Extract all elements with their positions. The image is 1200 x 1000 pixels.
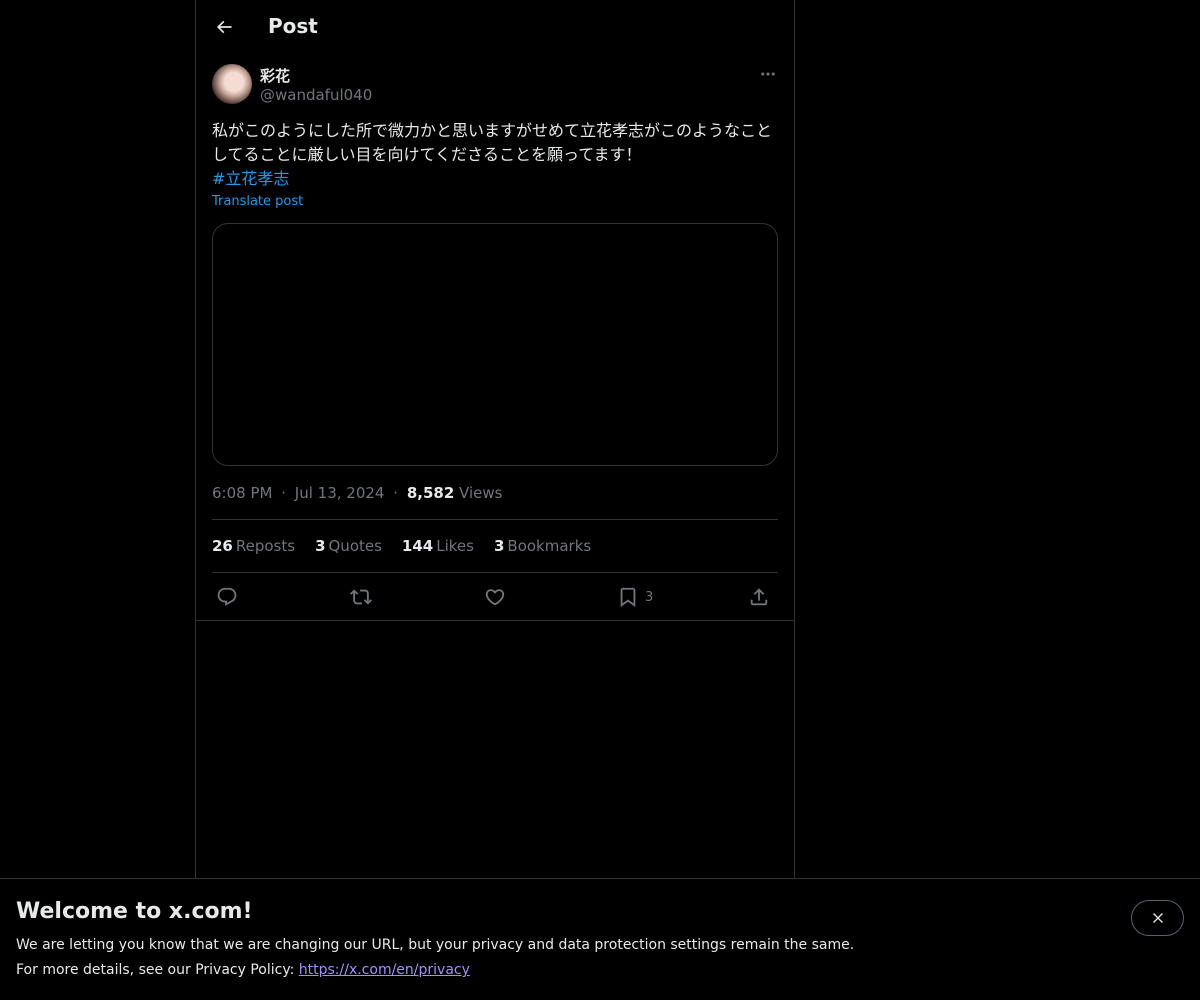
- privacy-policy-link[interactable]: https://x.com/en/privacy: [299, 962, 470, 978]
- likes-label: Likes: [436, 537, 474, 555]
- reposts-count: 26: [212, 537, 233, 555]
- share-icon: [750, 588, 768, 606]
- post-author: 彩花 @wandaful040: [212, 64, 778, 108]
- close-banner-button[interactable]: [1131, 900, 1184, 936]
- bookmark-count: 3: [645, 589, 654, 605]
- reply-icon: [217, 587, 237, 606]
- more-horizontal-icon: [761, 72, 775, 76]
- divider: [196, 620, 794, 621]
- banner-privacy-line: For more details, see our Privacy Policy…: [16, 962, 470, 978]
- bookmark-icon: [620, 587, 636, 608]
- main-column: Post 彩花 @wandaful040 私がこのようにした所で微力かと思います…: [195, 0, 795, 1000]
- likes-count: 144: [401, 537, 434, 555]
- bookmarks-count: 3: [493, 537, 505, 555]
- bookmarks-label: Bookmarks: [507, 537, 592, 555]
- repost-icon: [350, 589, 372, 605]
- translate-post-link[interactable]: Translate post: [212, 194, 303, 209]
- post-header: Post: [196, 0, 794, 54]
- quotes-count: 3: [315, 537, 326, 555]
- post-stats: 26 Reposts 3 Quotes 144 Likes 3 Bookmarks: [212, 537, 591, 555]
- post-date[interactable]: Jul 13, 2024: [295, 484, 385, 502]
- meta-separator: ·: [393, 484, 399, 502]
- post-media[interactable]: [212, 223, 778, 466]
- author-display-name[interactable]: 彩花: [260, 65, 290, 86]
- banner-privacy-prefix: For more details, see our Privacy Policy…: [16, 962, 299, 978]
- reposts-label: Reposts: [235, 537, 296, 555]
- meta-separator: ·: [281, 484, 287, 502]
- share-button[interactable]: [748, 584, 770, 610]
- page-title: Post: [268, 14, 318, 38]
- more-options-button[interactable]: [758, 64, 778, 84]
- bookmark-button[interactable]: 3: [617, 584, 653, 610]
- avatar[interactable]: [212, 64, 252, 104]
- divider: [212, 572, 778, 573]
- back-button[interactable]: [206, 9, 242, 45]
- arrow-left-icon: [216, 20, 232, 34]
- banner-message: We are letting you know that we are chan…: [16, 937, 855, 953]
- reply-button[interactable]: [216, 584, 238, 610]
- like-button[interactable]: [484, 584, 506, 610]
- heart-icon: [485, 589, 505, 606]
- views-count: 8,582: [406, 484, 455, 502]
- bookmarks-stat[interactable]: 3 Bookmarks: [494, 537, 591, 555]
- close-icon: [1152, 913, 1163, 923]
- quotes-stat[interactable]: 3 Quotes: [315, 537, 382, 555]
- post-text: 私がこのようにした所で微力かと思いますがせめて立花孝志がこのようなことしてること…: [212, 121, 773, 164]
- divider: [212, 519, 778, 520]
- post-meta: 6:08 PM · Jul 13, 2024 · 8,582 Views: [212, 484, 502, 502]
- hashtag-link[interactable]: #立花孝志: [212, 169, 289, 188]
- views-label: Views: [459, 484, 503, 502]
- welcome-banner: Welcome to x.com! We are letting you kno…: [0, 878, 1200, 1000]
- repost-button[interactable]: [350, 584, 372, 610]
- post-body: 私がこのようにした所で微力かと思いますがせめて立花孝志がこのようなことしてること…: [212, 119, 782, 191]
- author-handle[interactable]: @wandaful040: [260, 86, 372, 104]
- post-actions: 3: [212, 584, 778, 610]
- likes-stat[interactable]: 144 Likes: [402, 537, 474, 555]
- quotes-label: Quotes: [328, 537, 382, 555]
- reposts-stat[interactable]: 26 Reposts: [212, 537, 295, 555]
- banner-title: Welcome to x.com!: [16, 899, 253, 924]
- post-time[interactable]: 6:08 PM: [212, 484, 272, 502]
